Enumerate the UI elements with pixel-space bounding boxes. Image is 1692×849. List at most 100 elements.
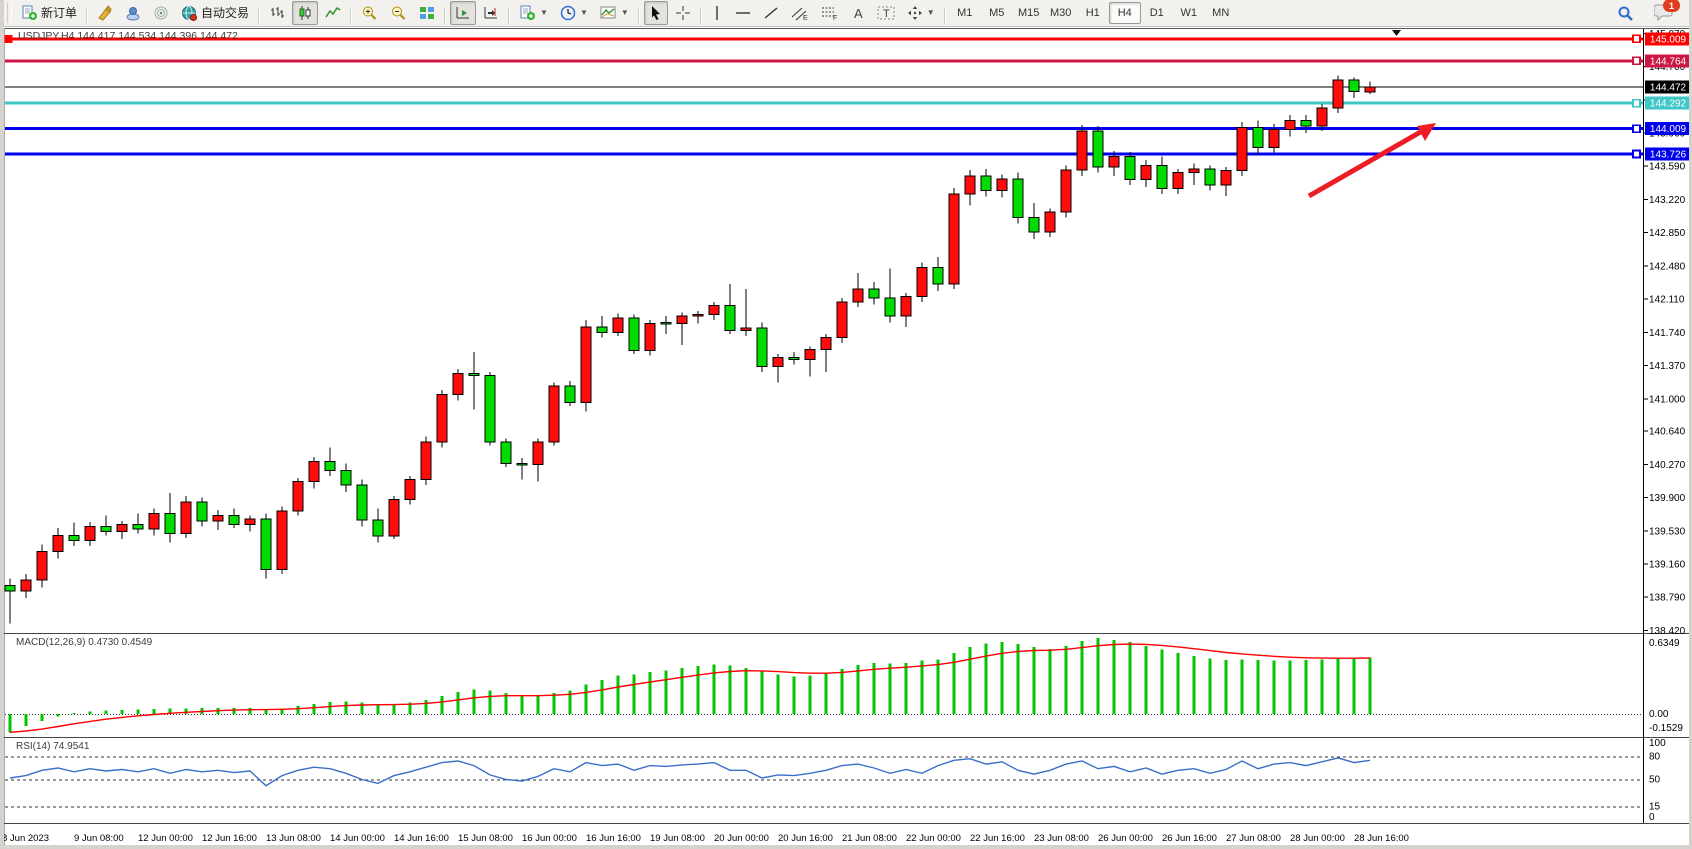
candle [261, 519, 271, 569]
candle [789, 357, 799, 359]
candle [725, 305, 735, 330]
macd-axis-min: -0.1529 [1649, 723, 1683, 734]
candle [213, 516, 223, 521]
candle [373, 520, 383, 536]
candle [837, 302, 847, 338]
search-button[interactable] [1612, 1, 1639, 25]
line-handle[interactable] [1633, 125, 1640, 132]
cursor-button[interactable] [644, 1, 668, 25]
price-tick-label: 138.420 [1649, 626, 1686, 637]
toolbar-separator [444, 8, 446, 25]
time-axis-label: 26 Jun 00:00 [1098, 833, 1153, 844]
chart-line-button[interactable] [320, 1, 346, 25]
auto-trading-button[interactable]: 自动交易 [176, 1, 254, 25]
timeframe-m1-button[interactable]: M1 [949, 2, 981, 24]
macd-indicator-label: MACD(12,26,9) 0.4730 0.4549 [16, 637, 152, 648]
time-axis-label: 26 Jun 16:00 [1162, 833, 1217, 844]
profiles-button[interactable] [120, 1, 146, 25]
price-tick-label: 143.590 [1649, 162, 1686, 173]
timeframe-w1-button[interactable]: W1 [1173, 2, 1205, 24]
candle [981, 176, 991, 190]
tile-windows-button[interactable] [414, 1, 440, 25]
new-order-button[interactable]: 新订单 [16, 1, 82, 25]
price-tick-label: 143.220 [1649, 195, 1686, 206]
candle [565, 386, 575, 402]
periods-button[interactable]: ▼ [555, 1, 593, 25]
chat-bubble-icon: 1 [1654, 3, 1676, 23]
candle [229, 516, 239, 525]
vertical-line-button[interactable] [706, 1, 728, 25]
candle [1141, 165, 1151, 179]
candle [1301, 120, 1311, 125]
candle [1157, 165, 1167, 188]
candlestick-chart[interactable]: 145.070144.700144.330143.960143.590143.2… [0, 0, 1692, 849]
candle [853, 289, 863, 302]
candle [1045, 212, 1055, 232]
timeframe-m30-button[interactable]: M30 [1045, 2, 1077, 24]
candle [357, 485, 367, 520]
fibonacci-button[interactable]: F [816, 1, 844, 25]
zoom-in-button[interactable] [356, 1, 383, 25]
chart-candles-button[interactable] [292, 1, 318, 25]
timeframe-mn-button[interactable]: MN [1205, 2, 1237, 24]
timeframe-h4-button[interactable]: H4 [1109, 2, 1141, 24]
arrows-button[interactable]: ▼ [902, 1, 940, 25]
price-tick-label: 139.900 [1649, 493, 1686, 504]
line-handle[interactable] [1633, 57, 1640, 64]
time-axis-label: 27 Jun 08:00 [1226, 833, 1281, 844]
candle [613, 318, 623, 332]
timeframe-m15-button[interactable]: M15 [1013, 2, 1045, 24]
price-tick-label: 142.110 [1649, 295, 1685, 306]
time-axis-label: 20 Jun 00:00 [714, 833, 769, 844]
shift-end-button[interactable] [478, 1, 504, 25]
line-handle[interactable] [1633, 35, 1640, 42]
timeframe-m5-button[interactable]: M5 [981, 2, 1013, 24]
time-axis-label: 20 Jun 16:00 [778, 833, 833, 844]
candle [1237, 128, 1247, 171]
candle [1189, 169, 1199, 173]
candle [69, 535, 79, 540]
crosshair-button[interactable] [670, 1, 696, 25]
radar-icon [153, 5, 169, 21]
line-handle[interactable] [1633, 100, 1640, 107]
candle [421, 442, 431, 480]
candle [1205, 169, 1215, 185]
text-button[interactable]: A [846, 1, 870, 25]
candle [709, 305, 719, 314]
chevron-down-icon: ▼ [540, 8, 548, 17]
line-handle[interactable] [5, 35, 12, 42]
candle [101, 526, 111, 531]
chart-background [0, 28, 1692, 849]
candle [757, 328, 767, 367]
candle [37, 551, 47, 580]
line-handle[interactable] [1633, 150, 1640, 157]
candle [437, 394, 447, 442]
candle [805, 349, 815, 359]
equidistant-channel-button[interactable]: E [786, 1, 814, 25]
chart-bars-button[interactable] [264, 1, 290, 25]
toolbar-separator [86, 8, 88, 25]
radar-button[interactable] [148, 1, 174, 25]
templates-button[interactable]: ▼ [595, 1, 634, 25]
new-chart-button[interactable]: ▼ [514, 1, 553, 25]
chart-candles-icon [297, 5, 313, 21]
arrows-icon [907, 5, 923, 21]
zoom-out-button[interactable] [385, 1, 412, 25]
trendline-button[interactable] [758, 1, 784, 25]
candle [165, 514, 175, 534]
candle [1077, 131, 1087, 170]
timeframe-h1-button[interactable]: H1 [1077, 2, 1109, 24]
timeframe-d1-button[interactable]: D1 [1141, 2, 1173, 24]
notifications-button[interactable]: 1 [1649, 1, 1681, 25]
candle [293, 481, 303, 511]
auto-scroll-button[interactable] [450, 1, 476, 25]
text-label-button[interactable]: T [872, 1, 900, 25]
rsi-axis-label: 100 [1649, 738, 1666, 749]
chevron-down-icon: ▼ [621, 8, 629, 17]
candle [821, 338, 831, 350]
macd-axis-max: 0.6349 [1649, 638, 1680, 649]
horizontal-line-button[interactable] [730, 1, 756, 25]
candle [53, 535, 63, 551]
candle [341, 471, 351, 485]
crayon-button[interactable] [92, 1, 118, 25]
